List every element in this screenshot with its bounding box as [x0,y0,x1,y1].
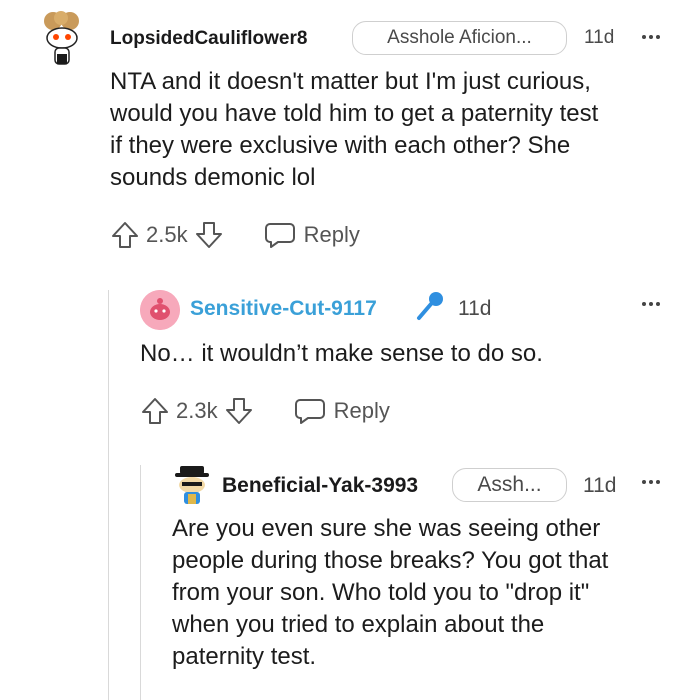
dot-icon [649,302,653,306]
snoo-avatar-icon [44,11,79,65]
dot-icon [656,35,660,39]
reply-button[interactable]: Reply [294,397,390,425]
comment-body-line: from your son. Who told you to "drop it" [172,579,590,606]
comment-body-line: when you tried to explain about the [172,611,545,638]
comment-body-line: Are you even sure she was seeing other [172,515,601,542]
dot-icon [649,35,653,39]
comment-body-line: if they were exclusive with each other? … [110,132,571,159]
dot-icon [656,480,660,484]
comment-body-line: would you have told him to get a paterni… [110,100,599,127]
reply-label: Reply [303,222,360,247]
comment-time: 11d [583,474,617,497]
comment-body-line: No… it wouldn’t make sense to do so. [140,340,543,367]
comment-body: Are you even sure she was seeing other p… [172,513,608,673]
more-options-button[interactable] [642,302,660,306]
comment-time: 11d [458,297,492,320]
username[interactable]: Beneficial-Yak-3993 [222,474,418,498]
user-flair: Assh... [452,468,567,502]
reply-icon [264,223,295,248]
comment-time: 11d [584,27,615,48]
dot-icon [642,480,646,484]
more-options-button[interactable] [642,480,660,484]
snoo-avatar-icon [175,466,209,504]
downvote-icon[interactable] [194,220,224,250]
comment-body-line: paternity test. [172,643,317,670]
avatar[interactable] [140,290,180,330]
thread-line-level-2[interactable] [140,465,141,700]
comment-body: No… it wouldn’t make sense to do so. [140,338,543,370]
snoo-avatar-icon [140,290,180,330]
avatar[interactable] [40,10,84,68]
upvote-icon[interactable] [110,220,140,250]
comment-body-line: sounds demonic lol [110,164,316,191]
comment-actions: 2.3k Reply [140,396,390,426]
reply-icon [294,399,325,424]
comment-body: NTA and it doesn't matter but I'm just c… [110,66,598,194]
upvote-icon[interactable] [140,396,170,426]
comment-body-line: NTA and it doesn't matter but I'm just c… [110,68,591,95]
reply-label: Reply [333,398,390,423]
dot-icon [656,302,660,306]
microphone-icon [412,290,446,329]
dot-icon [642,35,646,39]
vote-score: 2.5k [146,222,188,247]
avatar[interactable] [172,464,212,506]
dot-icon [649,480,653,484]
downvote-icon[interactable] [224,396,254,426]
username[interactable]: Sensitive-Cut-9117 [190,297,377,321]
more-options-button[interactable] [642,35,660,39]
user-flair: Asshole Aficion... [352,21,567,55]
reply-button[interactable]: Reply [264,221,360,249]
username[interactable]: LopsidedCauliflower8 [110,28,307,50]
vote-score: 2.3k [176,398,218,423]
thread-line-level-1[interactable] [108,290,109,700]
comment-actions: 2.5k Reply [110,220,360,250]
comment-body-line: people during those breaks? You got that [172,547,609,574]
dot-icon [642,302,646,306]
